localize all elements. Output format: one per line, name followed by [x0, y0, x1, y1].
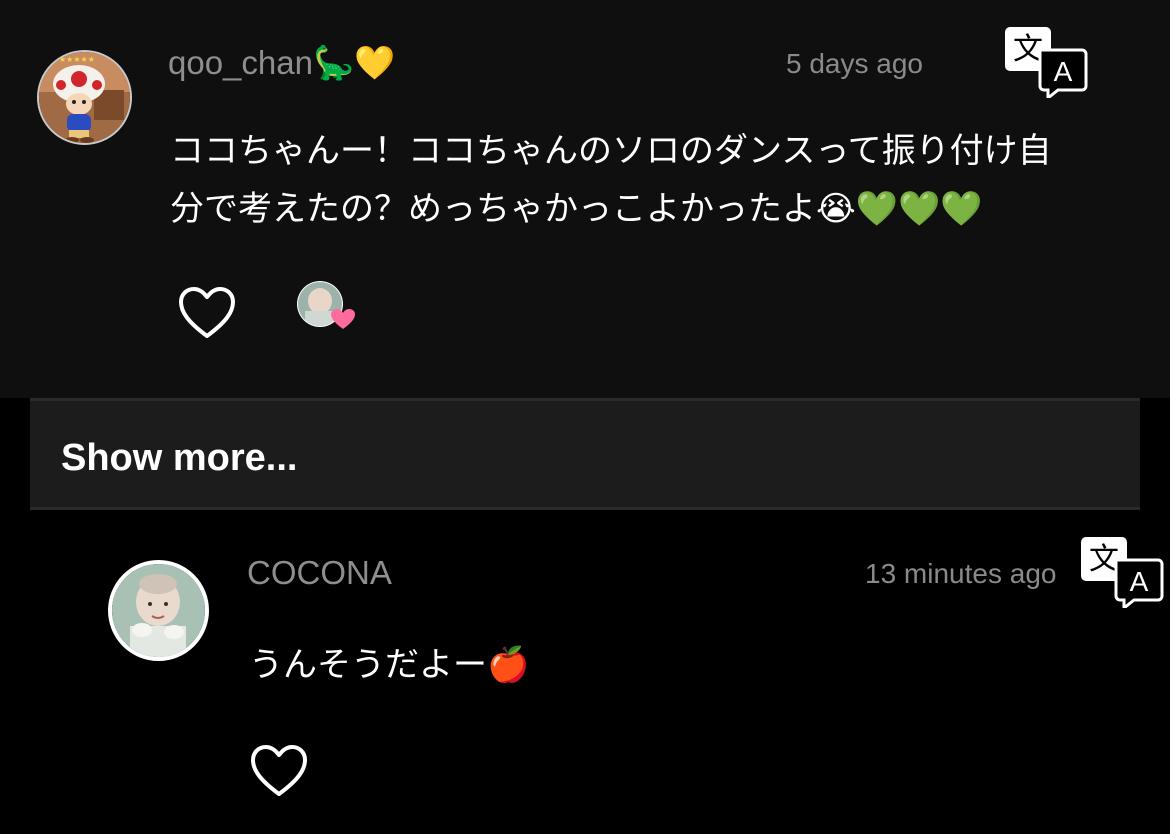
reply-timestamp: 13 minutes ago	[865, 558, 1057, 589]
user-avatar[interactable]: ★★★★★	[37, 50, 132, 145]
username[interactable]: qoo_chan🦕💛	[168, 44, 395, 83]
reply-like-heart-icon[interactable]	[250, 744, 308, 798]
liked-by-author-avatar	[297, 281, 355, 329]
comment-text: ココちゃんー！ココちゃんのソロのダンスって振り付け自 分で考えたの？めっちゃかっ…	[170, 122, 1130, 238]
reply-user-avatar[interactable]	[108, 560, 209, 661]
svg-text:★★★★★: ★★★★★	[59, 55, 95, 64]
reply-text: うんそうだよー🍎	[249, 645, 530, 685]
comment-card: ★★★★★ qoo_chan🦕💛 5 days ago 文 A ココちゃんー！コ…	[0, 0, 1170, 398]
show-more-button[interactable]: Show more...	[30, 398, 1140, 510]
comment-text-line-2: 分で考えたの？めっちゃかっこよかったよ😭💚💚💚	[170, 189, 983, 229]
show-more-label: Show more...	[61, 437, 298, 479]
toad-avatar-icon: ★★★★★	[39, 52, 130, 143]
reply-translate-icon[interactable]: 文 A	[1080, 536, 1164, 612]
comment-text-line-1: ココちゃんー！ココちゃんのソロのダンスって振り付け自	[170, 131, 1052, 171]
svg-text:A: A	[1054, 56, 1073, 87]
translate-icon[interactable]: 文 A	[1004, 26, 1088, 102]
timestamp: 5 days ago	[786, 48, 923, 79]
cocona-avatar-icon	[112, 564, 205, 657]
like-heart-icon[interactable]	[178, 286, 236, 340]
reply-username[interactable]: COCONA	[247, 554, 392, 592]
svg-text:A: A	[1130, 566, 1149, 597]
pink-heart-icon	[331, 309, 355, 329]
reply-card: COCONA 13 minutes ago 文 A うんそうだよー🍎	[0, 510, 1170, 834]
